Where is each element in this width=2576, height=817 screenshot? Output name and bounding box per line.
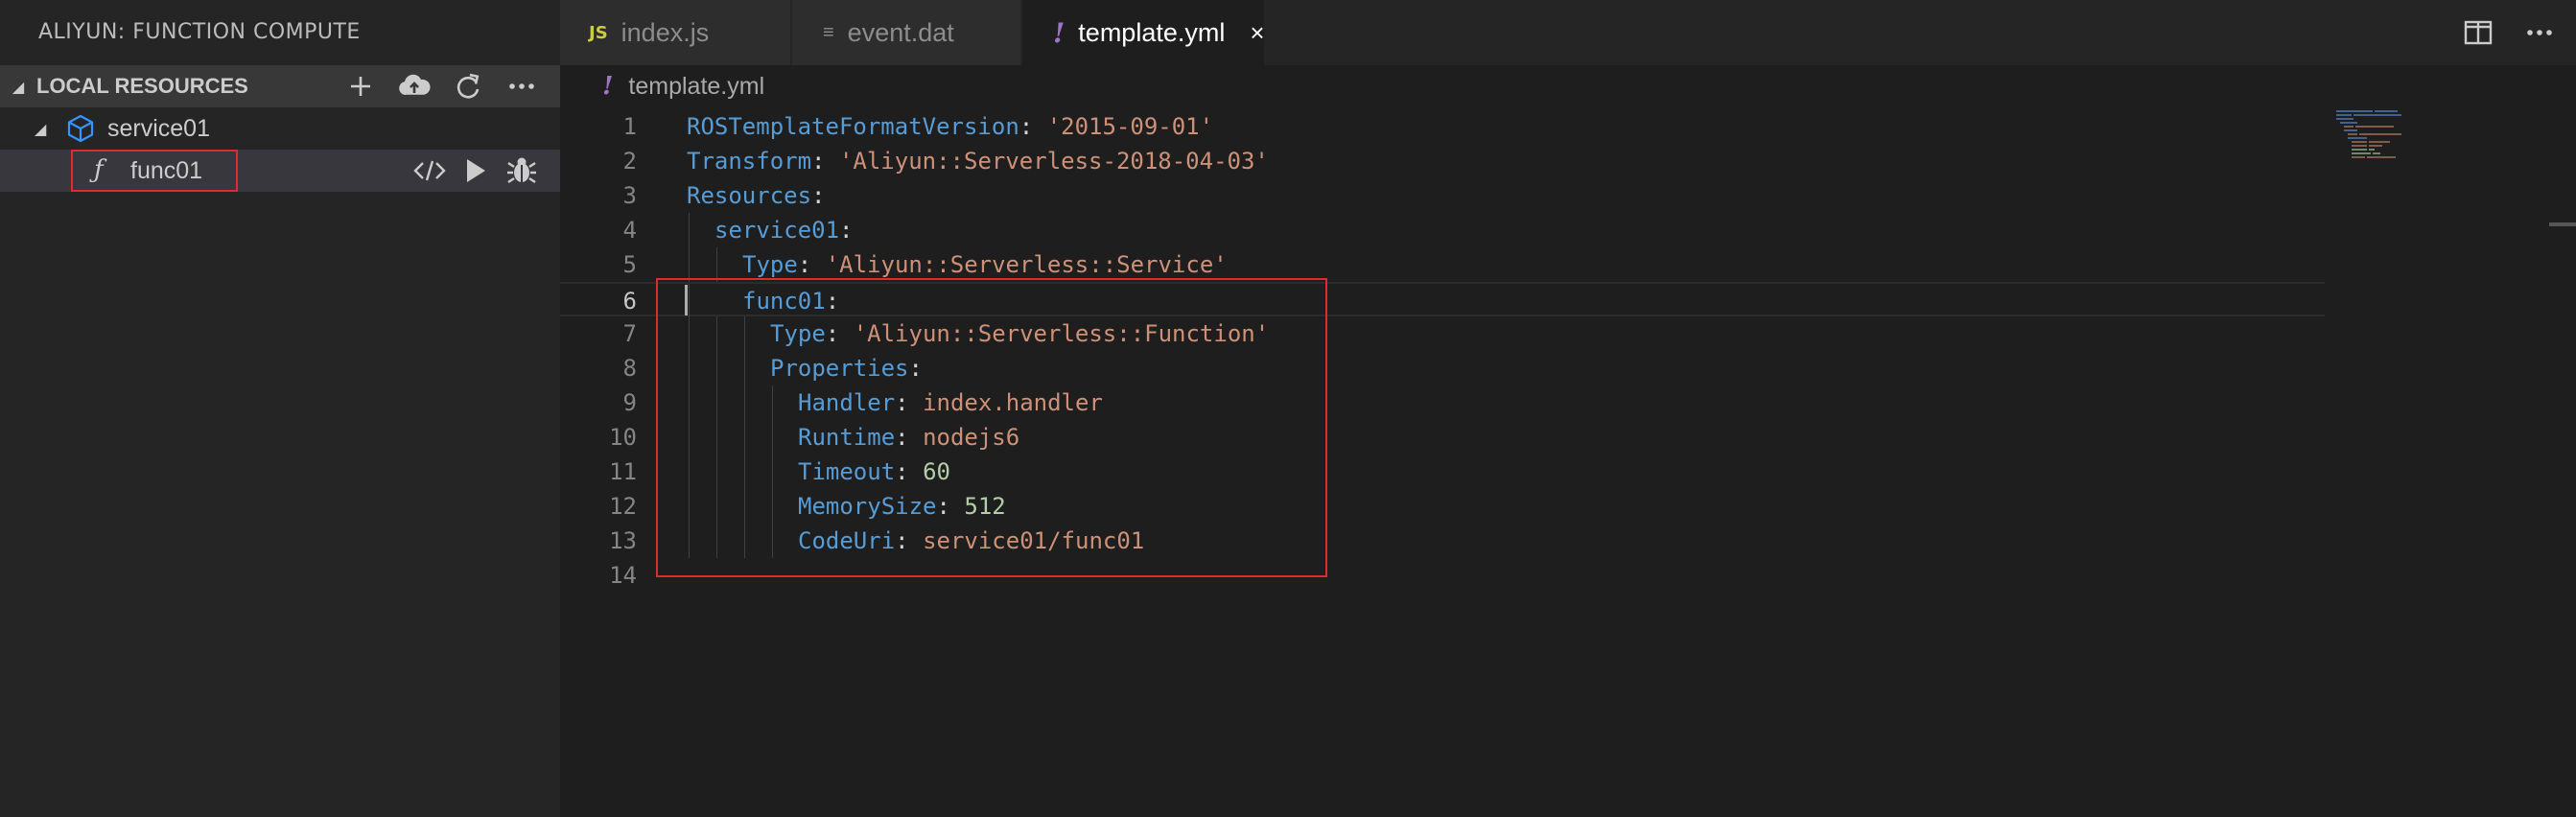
tab-label: event.dat [847, 17, 954, 47]
tab-template-yml[interactable]: ! template.yml × [1022, 0, 1265, 65]
yaml-colon: : [811, 148, 839, 175]
minimap[interactable] [2325, 107, 2440, 184]
code-line[interactable]: 4 service01: [560, 213, 2325, 247]
yaml-key: Resources [687, 182, 812, 209]
text-file-icon: ≡ [823, 21, 834, 43]
tree-item-func01[interactable]: ƒ func01 [0, 150, 560, 192]
function-label: func01 [130, 157, 203, 184]
line-number: 11 [609, 458, 637, 485]
editor-tab-bar: JS index.js ≡ event.dat ! template.yml × [560, 0, 2576, 65]
code-editor[interactable]: 1 ROSTemplateFormatVersion: '2015-09-01' 2… [560, 107, 2576, 817]
line-number: 2 [622, 148, 637, 175]
line-number: 14 [609, 562, 637, 589]
section-label: LOCAL RESOURCES [36, 74, 248, 98]
chevron-down-icon[interactable]: ◢ [0, 78, 36, 96]
tree-item-service01[interactable]: ◢ service01 [0, 107, 560, 150]
line-number: 4 [622, 217, 637, 244]
yaml-value: 'Aliyun::Serverless::Service' [825, 251, 1228, 278]
line-number: 7 [622, 320, 637, 347]
code-icon[interactable] [410, 150, 449, 192]
line-number: 1 [622, 113, 637, 140]
tab-index-js[interactable]: JS index.js [560, 0, 790, 65]
sidebar-title: ALIYUN: FUNCTION COMPUTE [38, 20, 361, 44]
line-number: 8 [622, 355, 637, 382]
function-actions [410, 150, 541, 192]
split-editor-icon[interactable] [2457, 12, 2499, 54]
code-text: Resources: [687, 178, 826, 213]
tab-label: template.yml [1078, 17, 1226, 47]
tab-label: index.js [621, 17, 710, 47]
service-label: service01 [107, 114, 210, 142]
close-icon[interactable]: × [1250, 18, 1264, 48]
cloud-upload-icon[interactable] [387, 65, 441, 107]
more-icon[interactable] [2518, 12, 2561, 54]
local-resources-header[interactable]: ◢ LOCAL RESOURCES [0, 65, 560, 107]
tab-event-dat[interactable]: ≡ event.dat [792, 0, 1020, 65]
yaml-key: ROSTemplateFormatVersion [687, 113, 1019, 140]
line-number: 5 [622, 251, 637, 278]
debug-icon[interactable] [503, 150, 541, 192]
cube-icon [65, 113, 96, 150]
func01-highlight-box: ƒ func01 [71, 150, 238, 192]
more-icon[interactable] [495, 65, 549, 107]
line-number: 6 [622, 288, 637, 315]
indent-guide [689, 247, 690, 282]
code-line[interactable]: 1 ROSTemplateFormatVersion: '2015-09-01' [560, 109, 2325, 144]
indent-guide [716, 247, 717, 282]
line-number: 13 [609, 527, 637, 554]
line-number: 3 [622, 182, 637, 209]
function-icon: ƒ [94, 155, 104, 184]
yaml-value: 'Aliyun::Serverless-2018-04-03' [838, 148, 1269, 175]
yaml-key: Type [742, 251, 798, 278]
breadcrumb[interactable]: ! template.yml [560, 65, 764, 107]
yaml-colon: : [839, 217, 854, 244]
chevron-down-icon[interactable]: ◢ [35, 120, 46, 138]
line-number: 10 [609, 424, 637, 451]
yaml-colon: : [811, 182, 826, 209]
yaml-colon: : [797, 251, 826, 278]
javascript-file-icon: JS [589, 22, 608, 43]
code-text: Type: 'Aliyun::Serverless::Service' [742, 247, 1228, 282]
code-text: ROSTemplateFormatVersion: '2015-09-01' [687, 109, 1213, 144]
editor-actions [2457, 12, 2561, 54]
code-text: service01: [714, 213, 854, 247]
yaml-key: service01 [714, 217, 840, 244]
func01-code-highlight-box [656, 278, 1327, 577]
line-number: 12 [609, 493, 637, 520]
line-number: 9 [622, 389, 637, 416]
section-actions [334, 65, 549, 107]
vertical-scrollbar[interactable] [2549, 222, 2576, 226]
side-bar: ALIYUN: FUNCTION COMPUTE ◢ LOCAL RESOURC… [0, 0, 560, 817]
yaml-key: Transform [687, 148, 812, 175]
yaml-colon: : [1019, 113, 1047, 140]
code-text: Transform: 'Aliyun::Serverless-2018-04-0… [687, 144, 1269, 178]
yaml-file-icon: ! [602, 72, 614, 101]
code-line[interactable]: 3 Resources: [560, 178, 2325, 213]
run-icon[interactable] [458, 150, 493, 192]
yaml-file-icon: ! [1053, 16, 1066, 49]
refresh-icon[interactable] [441, 65, 495, 107]
code-line[interactable]: 2 Transform: 'Aliyun::Serverless-2018-04-… [560, 144, 2325, 178]
breadcrumb-file[interactable]: template.yml [628, 73, 764, 101]
indent-guide [689, 213, 690, 247]
add-icon[interactable] [334, 65, 387, 107]
code-line[interactable]: 5 Type: 'Aliyun::Serverless::Service' [560, 247, 2325, 282]
yaml-value: '2015-09-01' [1046, 113, 1214, 140]
